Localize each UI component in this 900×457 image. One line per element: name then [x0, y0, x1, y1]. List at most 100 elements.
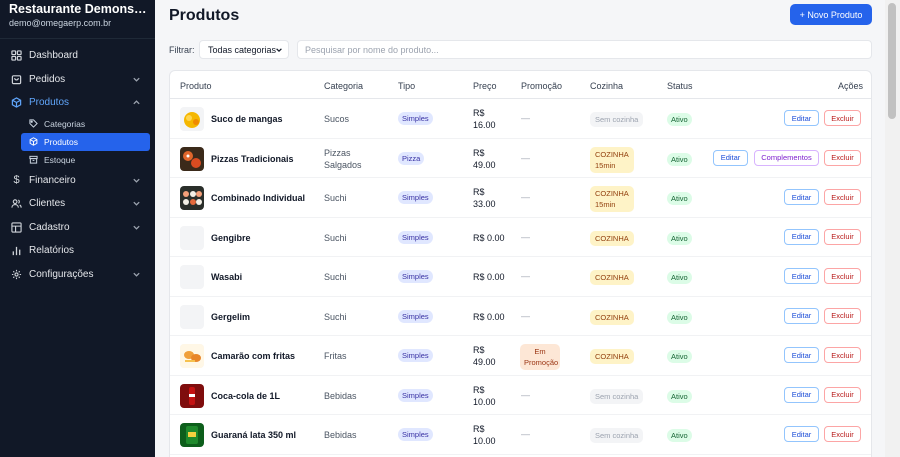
category-select[interactable]: Todas categorias [199, 40, 289, 59]
table-row: Gengibre Suchi Simples R$ 0.00 — COZINHA Ativo… [170, 218, 871, 257]
kitchen-line: COZINHA [595, 149, 629, 159]
delete-button[interactable]: Excluir [824, 228, 861, 245]
sidebar-item-label: Produtos [29, 97, 70, 109]
grid-icon [11, 50, 22, 61]
price-line: 10.00 [473, 396, 496, 407]
cart-icon [11, 74, 22, 85]
edit-button[interactable]: Editar [784, 307, 819, 324]
category-line: Suchi [324, 272, 347, 282]
complements-button[interactable]: Complementos [754, 149, 819, 166]
chevron-down-icon [276, 48, 282, 53]
edit-button[interactable]: Editar [713, 149, 748, 166]
product-category: Bebidas [324, 429, 357, 441]
sidebar-item-produtos[interactable]: Produtos [0, 91, 155, 115]
status-badge: Ativo [667, 310, 692, 324]
sidebar-submenu: Categorias Produtos Estoque [0, 115, 155, 169]
type-badge: Simples [398, 309, 433, 323]
delete-button[interactable]: Excluir [824, 386, 861, 403]
type-badge: Simples [398, 349, 433, 362]
delete-button[interactable]: Excluir [824, 110, 861, 126]
sidebar-item-dashboard[interactable]: Dashboard [0, 44, 155, 68]
delete-button[interactable]: Excluir [824, 268, 861, 284]
new-product-button[interactable]: + Novo Produto [790, 4, 872, 25]
sidebar-item-label: Configurações [29, 268, 94, 280]
kitchen-line: COZINHA [595, 273, 629, 282]
sidebar-item-clientes[interactable]: Clientes [0, 192, 155, 216]
category-line: Suchi [324, 193, 347, 203]
sidebar-item-relatorios[interactable]: Relatórios [0, 239, 155, 263]
category-line: Bebidas [324, 390, 357, 401]
product-category: Suchi [324, 192, 347, 204]
type-badge: Simples [398, 191, 433, 204]
kitchen-badge: COZINHA [590, 230, 634, 246]
edit-button[interactable]: Editar [784, 110, 819, 126]
product-name: Pizzas Tradicionais [211, 153, 294, 164]
tags-icon [29, 119, 38, 128]
status-badge: Ativo [667, 271, 692, 284]
edit-button[interactable]: Editar [784, 386, 819, 403]
product-name: Camarão com fritas [211, 351, 296, 361]
kitchen-line: COZINHA [595, 233, 629, 243]
product-price: R$ 0.00 [473, 311, 505, 323]
kitchen-line: Sem cozinha [595, 391, 639, 401]
scrollbar-thumb[interactable] [888, 3, 896, 119]
sidebar-subitem-label: Categorias [44, 118, 86, 129]
delete-button[interactable]: Excluir [824, 347, 861, 363]
sidebar-item-financeiro[interactable]: $ Financeiro [0, 169, 155, 193]
column-header-promocao: Promoção [521, 81, 563, 91]
price-line: R$ [473, 384, 485, 395]
sidebar-item-configuracoes[interactable]: Configurações [0, 263, 155, 287]
product-name: Guaraná lata 350 ml [211, 430, 297, 440]
product-name: Combinado Individual [211, 193, 305, 203]
status-badge: Ativo [667, 192, 692, 205]
search-input[interactable] [297, 40, 872, 59]
delete-button[interactable]: Excluir [824, 426, 861, 442]
product-image [180, 423, 204, 447]
product-price: R$ 49.00 [473, 344, 496, 368]
product-image [180, 186, 204, 210]
product-category: Sucos [324, 113, 349, 125]
edit-button[interactable]: Editar [784, 426, 819, 442]
delete-button[interactable]: Excluir [824, 307, 861, 324]
price-line: R$ [473, 345, 485, 355]
page-title: Produtos [169, 7, 240, 24]
kitchen-line: Sem cozinha [595, 115, 639, 124]
sidebar-subitem-estoque[interactable]: Estoque [21, 151, 150, 169]
promo-value: — [521, 429, 530, 439]
table-icon [11, 222, 22, 233]
price-line: 49.00 [473, 159, 496, 170]
edit-button[interactable]: Editar [784, 228, 819, 245]
brand-email: demo@omegaerp.com.br [9, 18, 112, 28]
chevron-down-icon [133, 272, 140, 277]
sidebar-item-pedidos[interactable]: Pedidos [0, 68, 155, 92]
promo-value: — [521, 152, 530, 163]
sidebar-subitem-label: Estoque [44, 154, 76, 165]
edit-button[interactable]: Editar [784, 189, 819, 205]
sidebar-item-label: Cadastro [29, 221, 70, 233]
filter-label: Filtrar: [169, 45, 195, 55]
sidebar-item-cadastro[interactable]: Cadastro [0, 216, 155, 240]
product-name: Wasabi [211, 272, 243, 282]
status-badge: Ativo [667, 152, 692, 166]
column-header-produto: Produto [180, 81, 212, 91]
edit-button[interactable]: Editar [784, 268, 819, 284]
product-category: Suchi [324, 271, 347, 283]
chevron-up-icon [133, 100, 140, 105]
kitchen-line: 15min [595, 200, 616, 209]
type-badge: Pizza [398, 151, 425, 165]
sidebar-item-label: Financeiro [29, 174, 76, 186]
category-line: Pizzas [324, 147, 351, 158]
delete-button[interactable]: Excluir [824, 149, 861, 166]
divider [0, 38, 155, 39]
brand-name: Restaurante Demonstração [9, 2, 147, 16]
table-row: Coca-cola de 1L Bebidas Simples R$ 10.00 — Sem… [170, 376, 871, 415]
sidebar-subitem-produtos[interactable]: Produtos [21, 132, 150, 151]
sidebar-subitem-categorias[interactable]: Categorias [21, 115, 150, 133]
products-table: Produto Categoria Tipo Preço Promoção Co… [169, 70, 872, 457]
product-category: Pizzas Salgados [324, 147, 362, 171]
price-line: R$ 0.00 [473, 272, 505, 282]
status-badge: Ativo [667, 429, 692, 442]
edit-button[interactable]: Editar [784, 347, 819, 363]
price-line: R$ 0.00 [473, 311, 505, 322]
delete-button[interactable]: Excluir [824, 189, 861, 205]
